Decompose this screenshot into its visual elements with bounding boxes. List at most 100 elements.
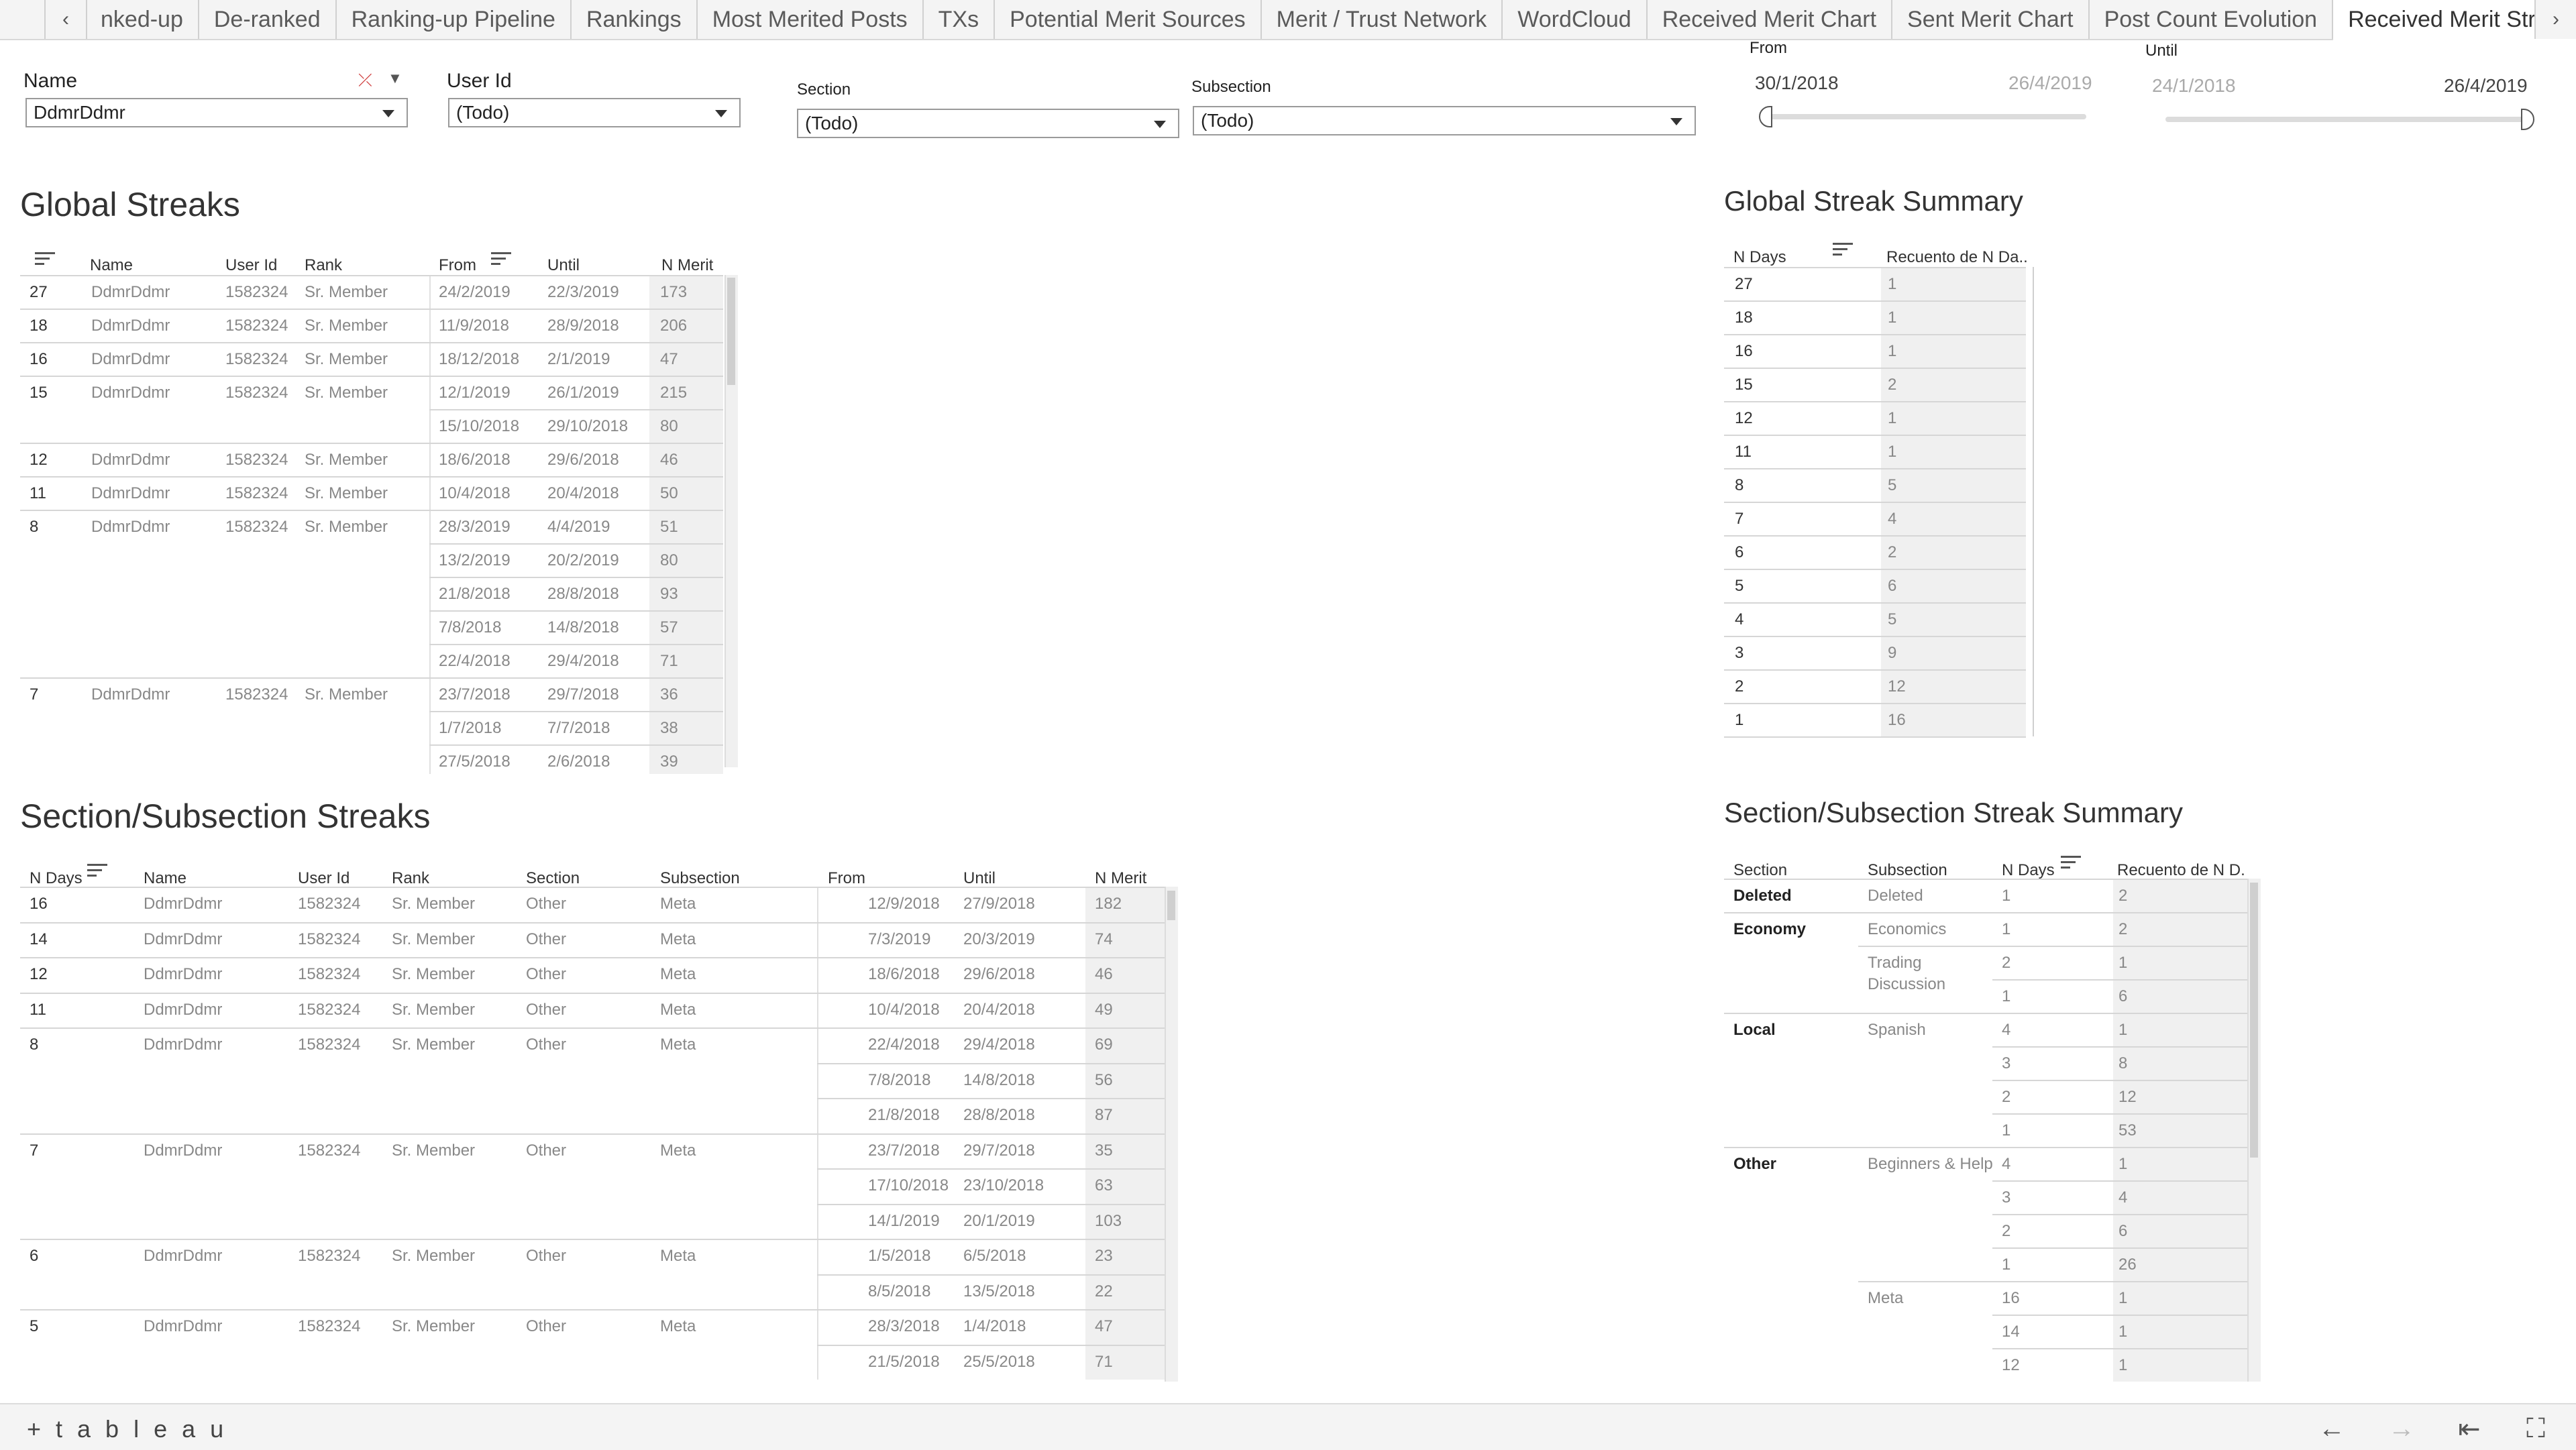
clear-filter-icon[interactable]: ⤫	[358, 70, 372, 91]
col-header-name[interactable]: Name	[90, 256, 133, 275]
cell-count: 53	[2118, 1121, 2137, 1139]
row-divider	[429, 409, 723, 410]
col-header-section[interactable]: Section	[1733, 861, 1787, 880]
filter-menu-chevron-down-icon[interactable]: ▼	[388, 70, 402, 87]
cell-n-merit: 56	[1095, 1071, 1113, 1089]
col-header-userid[interactable]: User Id	[225, 256, 277, 275]
col-header-until[interactable]: Until	[963, 869, 996, 888]
cell-user-id: 1582324	[298, 1036, 361, 1054]
cell-rank: Sr. Member	[305, 317, 388, 335]
cell-from: 14/1/2019	[868, 1212, 940, 1230]
cell-name: DdmrDdmr	[91, 283, 170, 301]
section-filter-select[interactable]: (Todo)	[797, 109, 1179, 138]
until-slider-handle[interactable]	[2521, 109, 2534, 130]
cell-user-id: 1582324	[298, 1001, 361, 1019]
tab-most-merited-posts[interactable]: Most Merited Posts	[698, 0, 924, 39]
col-header-subsection[interactable]: Subsection	[660, 869, 740, 888]
from-slider-handle[interactable]	[1759, 106, 1772, 127]
undo-arrow-icon[interactable]: ←	[2318, 1414, 2345, 1444]
scrollbar-thumb[interactable]	[2250, 883, 2258, 1158]
section-streaks-scrollbar[interactable]	[1165, 887, 1178, 1382]
cell-name: DdmrDdmr	[91, 350, 170, 368]
cell-name: DdmrDdmr	[144, 1001, 223, 1019]
col-header-until[interactable]: Until	[547, 256, 580, 275]
col-header-section[interactable]: Section	[526, 869, 580, 888]
cell-until: 29/6/2018	[963, 965, 1035, 983]
col-header-n-days[interactable]: N Days	[30, 869, 83, 888]
from-sort-icon[interactable]	[491, 252, 511, 267]
section-summary-title: Section/Subsection Streak Summary	[1724, 797, 2183, 828]
tab-sent-merit-chart[interactable]: Sent Merit Chart	[1892, 0, 2090, 39]
cell-n-days: 7	[30, 685, 39, 704]
cell-user-id: 1582324	[225, 384, 288, 402]
cell-n-merit: 50	[660, 484, 678, 502]
cell-until: 14/8/2018	[547, 618, 619, 636]
n-days-sort-icon[interactable]	[2061, 856, 2081, 871]
tab-txs[interactable]: TXs	[924, 0, 996, 39]
cell-section: Other	[1733, 1155, 1777, 1173]
cell-count: 1	[1888, 443, 1897, 461]
cell-n-days: 11	[30, 484, 46, 502]
cell-n-merit: 93	[660, 585, 678, 603]
col-header-n-days[interactable]: N Days	[1733, 248, 1786, 267]
cell-count: 12	[2118, 1088, 2137, 1106]
tab-potential-merit-sources[interactable]: Potential Merit Sources	[995, 0, 1262, 39]
cell-until: 25/5/2018	[963, 1353, 1035, 1371]
subsection-filter-select[interactable]: (Todo)	[1193, 106, 1696, 135]
cell-rank: Sr. Member	[392, 1247, 476, 1265]
cell-from: 21/8/2018	[868, 1106, 940, 1124]
cell-from: 7/3/2019	[868, 930, 931, 948]
scrollbar-thumb[interactable]	[727, 278, 735, 385]
tab-scroll-right-icon[interactable]: ›	[2534, 0, 2576, 39]
col-header-userid[interactable]: User Id	[298, 869, 350, 888]
n-days-sort-icon[interactable]	[87, 864, 107, 879]
cell-section: Local	[1733, 1021, 1776, 1039]
cell-section: Other	[526, 1036, 567, 1054]
tab-merit-trust-network[interactable]: Merit / Trust Network	[1262, 0, 1503, 39]
tab-received-merit-chart[interactable]: Received Merit Chart	[1648, 0, 1893, 39]
tab-post-count-evolution[interactable]: Post Count Evolution	[2090, 0, 2334, 39]
col-header-name[interactable]: Name	[144, 869, 186, 888]
fullscreen-icon[interactable]: ⛶	[2526, 1414, 2545, 1444]
n-days-sort-icon[interactable]	[1833, 243, 1853, 258]
cell-user-id: 1582324	[225, 283, 288, 301]
cell-n-days: 1	[2002, 987, 2011, 1005]
redo-arrow-icon[interactable]: →	[2388, 1414, 2415, 1444]
userid-filter-select[interactable]: (Todo)	[448, 98, 741, 127]
col-header-rank[interactable]: Rank	[305, 256, 342, 275]
tab-rankings[interactable]: Rankings	[572, 0, 698, 39]
col-header-from[interactable]: From	[439, 256, 476, 275]
tab-ranking-up-pipeline[interactable]: Ranking-up Pipeline	[337, 0, 572, 39]
col-header-nmerit[interactable]: N Merit	[661, 256, 713, 275]
tab-de-ranked[interactable]: De-ranked	[199, 0, 337, 39]
cell-n-days: 18	[30, 317, 48, 335]
revert-icon[interactable]: ⇤	[2458, 1414, 2481, 1445]
row-divider	[1724, 669, 2026, 671]
col-header-count[interactable]: Recuento de N Da..	[1886, 248, 2028, 267]
col-header-rank[interactable]: Rank	[392, 869, 429, 888]
row-divider	[429, 543, 723, 545]
tab-scroll-left-icon[interactable]: ‹	[44, 0, 87, 39]
tab-wordcloud[interactable]: WordCloud	[1503, 0, 1648, 39]
row-divider	[817, 1204, 1166, 1205]
col-header-subsection[interactable]: Subsection	[1868, 861, 1947, 880]
tab-nked-up[interactable]: nked-up	[86, 0, 199, 39]
cell-count: 1	[2118, 1021, 2128, 1039]
until-slider-track[interactable]	[2165, 117, 2528, 122]
cell-section: Other	[526, 930, 567, 948]
col-header-count[interactable]: Recuento de N D.	[2117, 861, 2245, 880]
cell-n-days: 8	[30, 1036, 39, 1054]
cell-rank: Sr. Member	[305, 685, 388, 704]
from-slider-track[interactable]	[1764, 114, 2086, 119]
subsection-filter-label: Subsection	[1191, 78, 1271, 96]
name-filter-select[interactable]: DdmrDdmr	[25, 98, 408, 127]
scrollbar-thumb[interactable]	[1167, 891, 1175, 920]
row-sort-icon[interactable]	[35, 252, 55, 267]
row-divider	[1724, 912, 2247, 913]
cell-count: 5	[1888, 476, 1897, 494]
row-divider	[1992, 1180, 2247, 1182]
col-header-nmerit[interactable]: N Merit	[1095, 869, 1146, 888]
col-header-n-days[interactable]: N Days	[2002, 861, 2055, 880]
cell-rank: Sr. Member	[392, 1317, 476, 1335]
col-header-from[interactable]: From	[828, 869, 865, 888]
